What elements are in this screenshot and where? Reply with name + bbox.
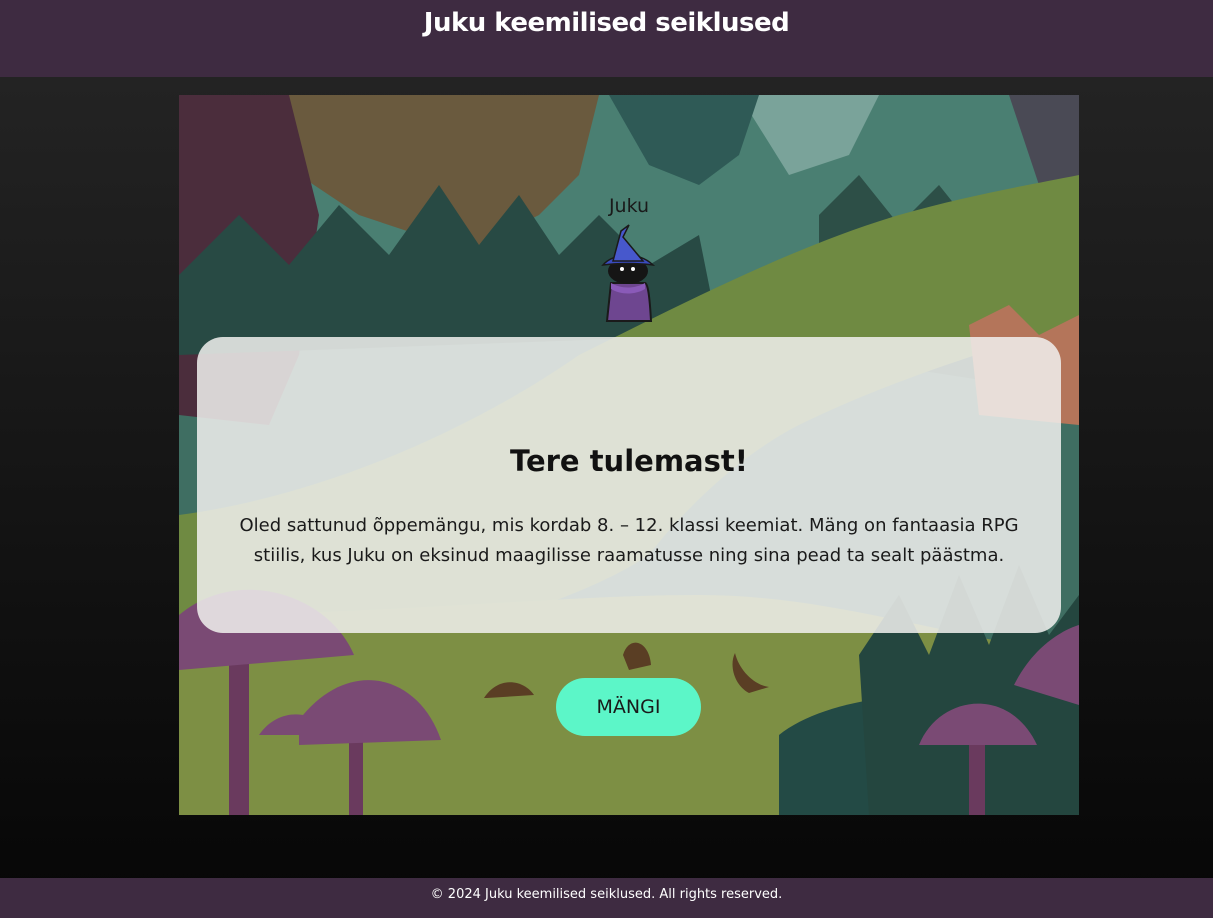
site-title: Juku keemilised seiklused (423, 8, 790, 38)
page-footer: © 2024 Juku keemilised seiklused. All ri… (0, 878, 1213, 918)
character-name-label: Juku (608, 195, 650, 217)
play-button[interactable]: MÄNGI (556, 678, 701, 736)
welcome-title: Tere tulemast! (510, 444, 748, 479)
wizard-icon[interactable] (599, 223, 657, 323)
top-header: Juku keemilised seiklused (0, 0, 1213, 77)
welcome-description: Oled sattunud õppemängu, mis kordab 8. –… (239, 515, 1019, 566)
welcome-dialog: Tere tulemast! Oled sattunud õppemängu, … (197, 337, 1061, 633)
game-canvas[interactable]: Juku Tere tulemast! Oled sattunud õppemä… (179, 95, 1079, 815)
copyright-text: © 2024 Juku keemilised seiklused. All ri… (430, 887, 783, 902)
